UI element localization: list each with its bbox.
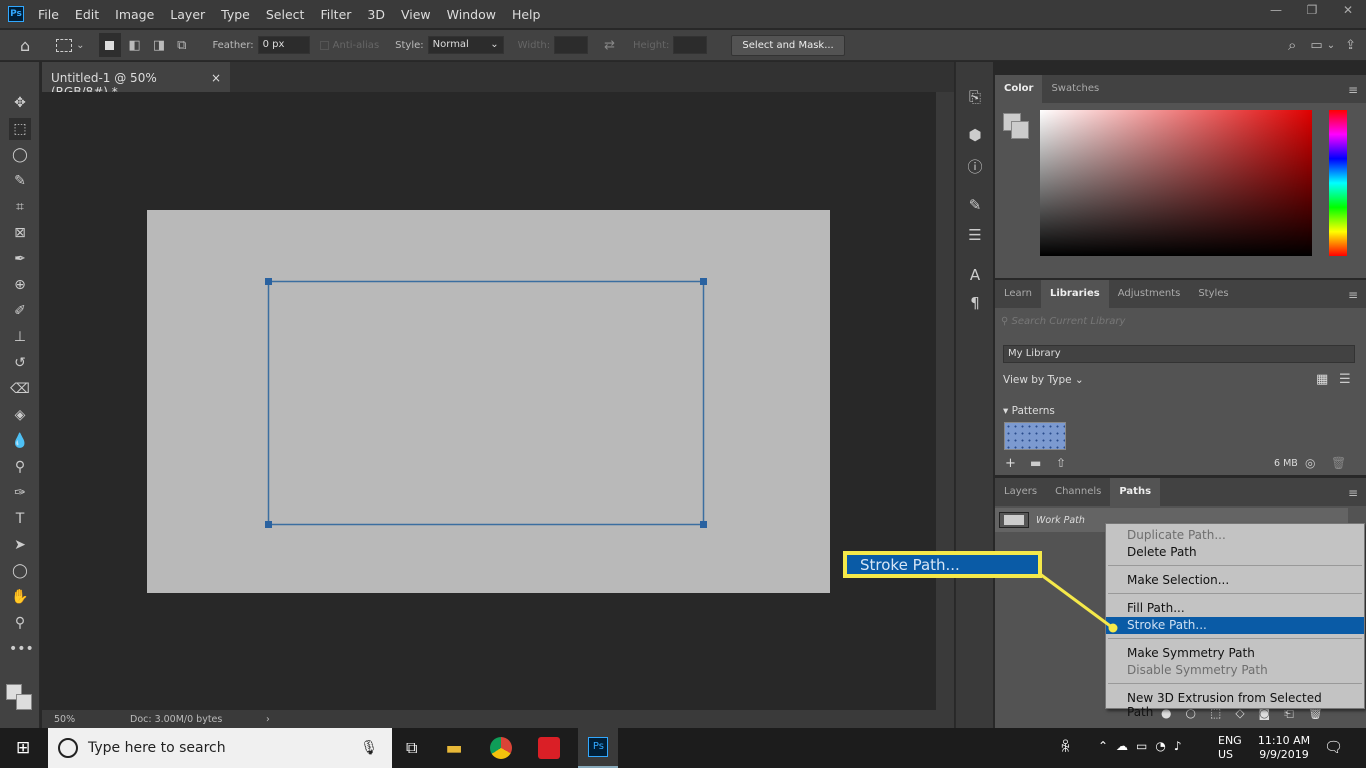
doc-info[interactable]: Doc: 3.00M/0 bytes — [130, 714, 266, 725]
folder-icon[interactable]: ▬ — [1030, 456, 1041, 470]
status-bar: 50% Doc: 3.00M/0 bytes › — [42, 710, 954, 728]
menu-item-disable-symmetry-path[interactable]: Disable Symmetry Path — [1106, 662, 1364, 679]
panel-icon-strip: ⎘ ⬢ ⓘ ✎ ☰ A ¶ — [955, 62, 993, 728]
tab-swatches[interactable]: Swatches — [1042, 75, 1108, 103]
hue-slider[interactable] — [1329, 110, 1347, 256]
region: US — [1218, 748, 1234, 761]
path-anchor[interactable] — [265, 278, 272, 285]
color-field[interactable] — [1040, 110, 1312, 256]
path-anchor[interactable] — [700, 278, 707, 285]
windows-start-icon[interactable]: ⊞ — [16, 738, 30, 758]
pattern-thumbnail[interactable] — [1004, 422, 1066, 450]
menu-item-fill-path[interactable]: Fill Path... — [1106, 600, 1364, 617]
libraries-panel: Learn Libraries Adjustments Styles ≡ ⚲ S… — [995, 280, 1366, 475]
menu-separator — [1108, 638, 1362, 639]
character-icon[interactable]: A — [964, 266, 986, 288]
menu-item-duplicate-path[interactable]: Duplicate Path... — [1106, 527, 1364, 544]
paragraph-icon[interactable]: ¶ — [964, 294, 986, 316]
properties-icon[interactable]: ☰ — [964, 226, 986, 248]
time: 11:10 AM — [1257, 734, 1311, 747]
path-thumbnail — [999, 512, 1029, 528]
patterns-label: Patterns — [1011, 405, 1055, 417]
library-select-value: My Library — [1008, 348, 1061, 359]
color-panel: Color Swatches ≡ — [995, 75, 1366, 278]
panel-menu-icon[interactable]: ≡ — [1348, 83, 1358, 97]
panel-menu-icon[interactable]: ≡ — [1348, 288, 1358, 302]
context-menu: Duplicate Path... Delete Path Make Selec… — [1105, 523, 1365, 719]
menu-item-delete-path[interactable]: Delete Path — [1106, 544, 1364, 561]
callout-label: Stroke Path... — [860, 556, 960, 574]
trash-icon[interactable]: 🗑 — [1331, 456, 1346, 470]
photoshop-taskbar-icon[interactable]: Ps — [578, 728, 619, 768]
info-icon[interactable]: ⓘ — [964, 156, 986, 178]
taskbar-search[interactable]: Type here to search 🎙 — [48, 728, 392, 768]
ps-taskbar-logo: Ps — [588, 737, 609, 757]
brushes-icon[interactable]: ✎ — [964, 196, 986, 218]
upload-icon[interactable]: ⇧ — [1056, 456, 1066, 470]
library-search-placeholder: Search Current Library — [1011, 316, 1126, 327]
library-search[interactable]: ⚲ Search Current Library — [1001, 316, 1357, 327]
history-icon[interactable]: ⎘ — [964, 88, 986, 110]
tab-adjustments[interactable]: Adjustments — [1109, 280, 1190, 308]
path-name: Work Path — [1036, 514, 1085, 526]
menu-separator — [1108, 683, 1362, 684]
path-anchor[interactable] — [265, 521, 272, 528]
chevron-right-icon[interactable]: › — [266, 714, 270, 725]
microphone-icon[interactable]: 🎙 — [360, 740, 378, 756]
cloud-sync-icon[interactable]: ◎ — [1305, 456, 1315, 470]
tray-icons[interactable]: ⌃☁▭◔♪ — [1098, 739, 1190, 753]
work-path-rectangle[interactable] — [267, 280, 705, 526]
tab-layers[interactable]: Layers — [995, 478, 1046, 506]
file-explorer-icon[interactable]: ▬ — [445, 738, 462, 759]
task-view-icon[interactable]: ⧉ — [406, 738, 417, 758]
language-indicator[interactable]: ENG US — [1218, 734, 1242, 762]
menu-separator — [1108, 593, 1362, 594]
chrome-icon[interactable] — [490, 737, 513, 759]
3d-icon[interactable]: ⬢ — [964, 126, 986, 148]
creative-cloud-icon[interactable] — [538, 737, 561, 759]
menu-item-stroke-path[interactable]: Stroke Path... — [1106, 617, 1364, 634]
cortana-icon — [58, 738, 78, 758]
add-icon[interactable]: + — [1005, 456, 1016, 471]
search-placeholder: Type here to search — [88, 740, 226, 756]
stroke-path-callout: Stroke Path... — [843, 551, 1042, 578]
clock[interactable]: 11:10 AM 9/9/2019 — [1256, 734, 1312, 762]
lang: ENG — [1218, 734, 1242, 747]
windows-taskbar: ⊞ Type here to search 🎙 ⧉ ▬ Ps ꆜ ⌃☁▭◔♪ E… — [0, 728, 1366, 768]
zoom-level[interactable]: 50% — [54, 714, 90, 725]
date: 9/9/2019 — [1259, 748, 1309, 761]
tab-channels[interactable]: Channels — [1046, 478, 1110, 506]
tab-learn[interactable]: Learn — [995, 280, 1041, 308]
library-size: 6 MB — [1274, 458, 1298, 469]
tab-color[interactable]: Color — [995, 75, 1043, 103]
notifications-icon[interactable]: 🗨 — [1324, 738, 1343, 756]
panel-menu-icon[interactable]: ≡ — [1348, 486, 1358, 500]
view-by-type-dropdown[interactable]: View by Type ⌄ — [1003, 374, 1084, 386]
patterns-section[interactable]: ▾ Patterns — [1003, 405, 1055, 417]
background-color-swatch[interactable] — [1011, 121, 1029, 139]
library-select[interactable]: My Library — [1003, 345, 1355, 363]
menu-item-make-selection[interactable]: Make Selection... — [1106, 572, 1364, 589]
grid-view-icon[interactable]: ▦ — [1316, 372, 1328, 387]
menu-item-make-symmetry-path[interactable]: Make Symmetry Path — [1106, 645, 1364, 662]
menu-separator — [1108, 565, 1362, 566]
view-by-label: View by Type — [1003, 374, 1072, 386]
menu-item-new-3d-extrusion[interactable]: New 3D Extrusion from Selected Path — [1106, 690, 1364, 719]
tab-paths[interactable]: Paths — [1110, 478, 1161, 506]
tab-styles[interactable]: Styles — [1189, 280, 1237, 308]
path-anchor[interactable] — [700, 521, 707, 528]
tab-libraries[interactable]: Libraries — [1040, 280, 1109, 308]
people-icon[interactable]: ꆜ — [1060, 738, 1071, 756]
list-view-icon[interactable]: ☰ — [1339, 372, 1351, 387]
